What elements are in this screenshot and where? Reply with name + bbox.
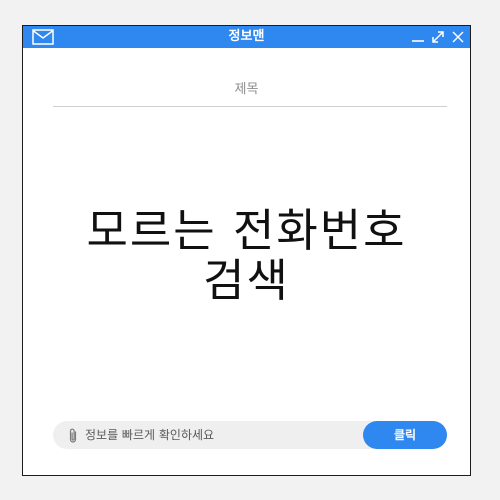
headline-text: 모르는 전화번호 검색 (23, 206, 470, 306)
close-icon[interactable] (450, 28, 466, 46)
window-title: 정보맨 (228, 29, 265, 44)
click-button[interactable]: 클릭 (363, 421, 447, 449)
minimize-icon[interactable] (410, 28, 426, 46)
paperclip-icon[interactable] (68, 428, 78, 444)
search-bar[interactable]: 정보를 빠르게 확인하세요 클릭 (53, 421, 447, 449)
subject-divider (53, 106, 447, 107)
headline-line-1: 모르는 전화번호 (86, 204, 407, 257)
search-placeholder[interactable]: 정보를 빠르게 확인하세요 (85, 427, 214, 443)
app-window: 정보맨 제목 모르는 전화번호 검색 정보를 빠르게 확인하세요 클릭 (22, 25, 471, 476)
title-bar: 정보맨 (23, 26, 470, 48)
resize-icon[interactable] (430, 28, 446, 46)
window-controls (410, 27, 466, 47)
headline-line-2: 검색 (203, 254, 290, 307)
subject-label: 제목 (234, 82, 259, 97)
